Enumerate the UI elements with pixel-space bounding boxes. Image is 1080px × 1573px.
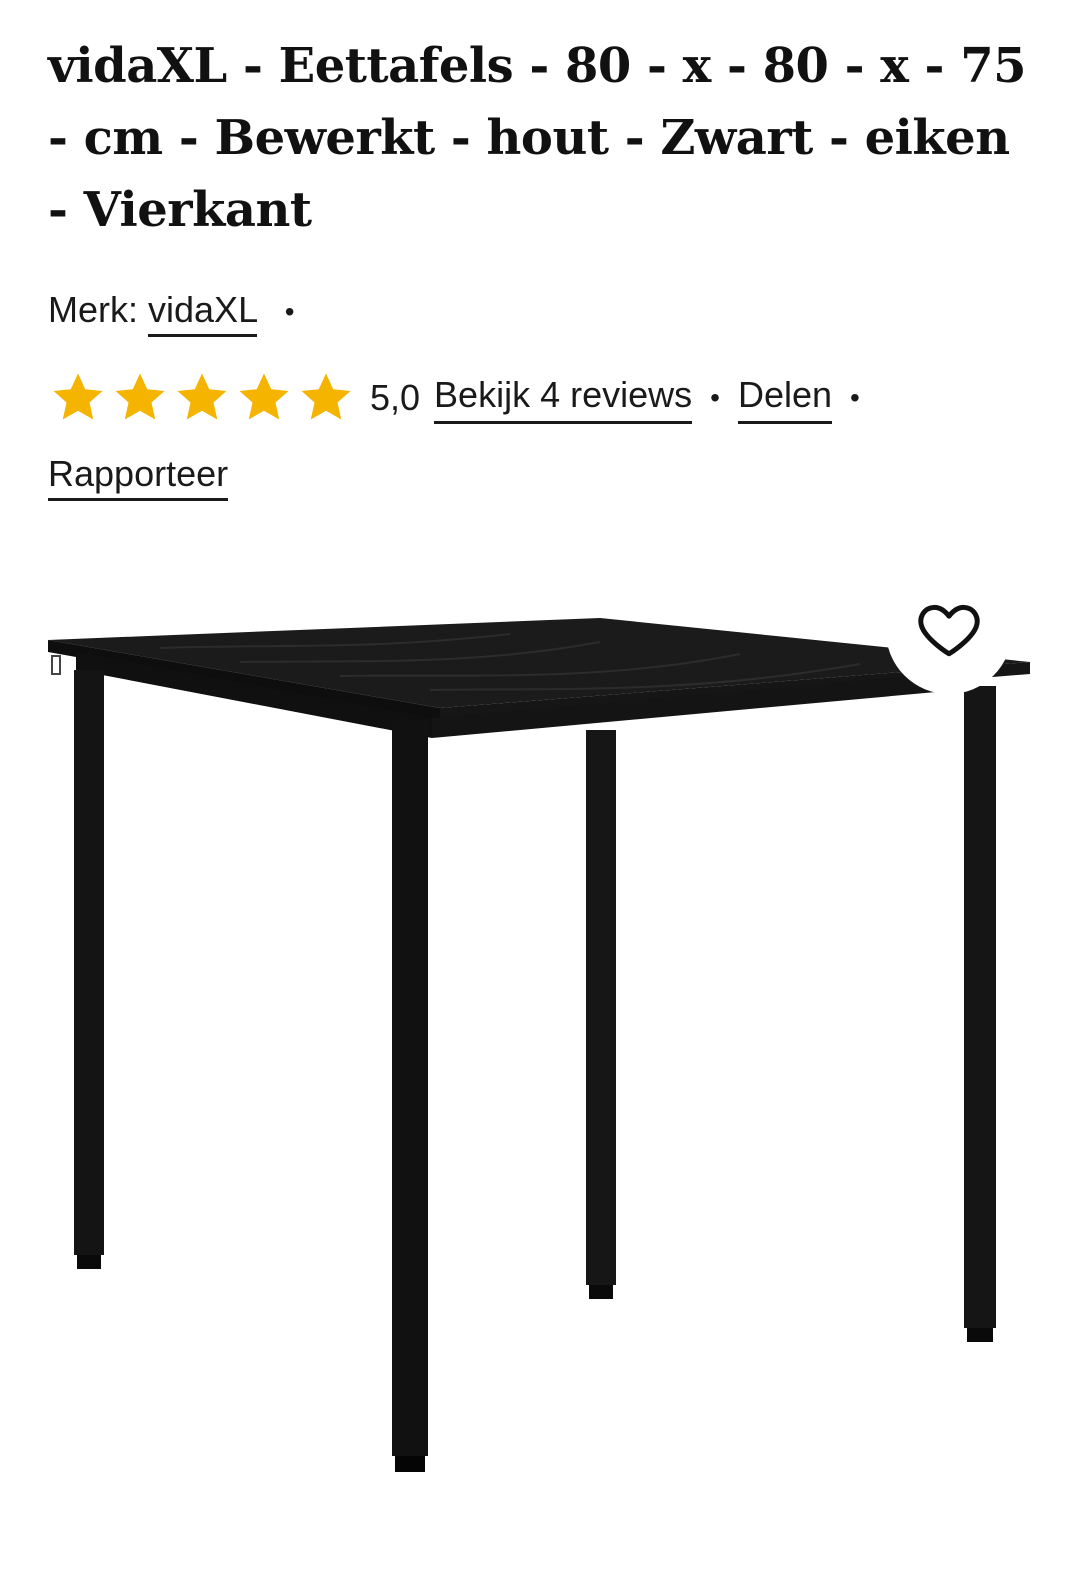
report-row: Rapporteer xyxy=(48,452,229,501)
star-icon xyxy=(172,368,232,428)
separator-dot: • xyxy=(710,382,720,413)
separator-dot: • xyxy=(850,382,860,413)
star-icon xyxy=(234,368,294,428)
table-illustration xyxy=(48,618,1030,1472)
product-title: vidaXL - Eettafels - 80 - x - 80 - x - 7… xyxy=(48,38,1026,238)
rating-stars xyxy=(48,368,356,428)
heart-outline-icon xyxy=(914,594,984,669)
star-icon xyxy=(110,368,170,428)
brand-row: Merk: vidaXL • xyxy=(48,288,313,337)
brand-link[interactable]: vidaXL xyxy=(148,289,257,337)
brand-label: Merk: xyxy=(48,289,138,330)
star-icon xyxy=(296,368,356,428)
reviews-link[interactable]: Bekijk 4 reviews xyxy=(434,373,693,424)
rating-row: 5,0 Bekijk 4 reviews • Delen • xyxy=(48,368,878,428)
star-icon xyxy=(48,368,108,428)
share-link[interactable]: Delen xyxy=(737,373,833,424)
report-link[interactable]: Rapporteer xyxy=(48,453,229,501)
favorite-button[interactable] xyxy=(886,568,1012,694)
separator-dot: • xyxy=(284,296,295,328)
product-image[interactable] xyxy=(40,590,1040,1490)
rating-value: 5,0 xyxy=(370,377,421,418)
